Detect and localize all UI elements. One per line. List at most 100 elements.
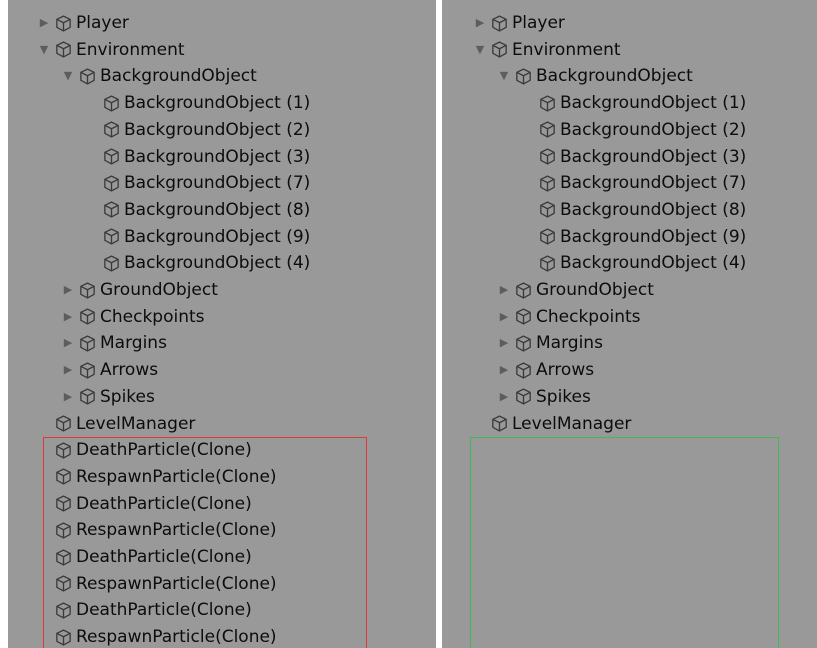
tree-item-label: LevelManager [512, 413, 632, 434]
cube-icon [538, 120, 557, 139]
tree-item-label: GroundObject [536, 280, 654, 300]
cube-icon [490, 414, 509, 433]
tree-item[interactable]: ▶BackgroundObject (8) [84, 197, 310, 223]
tree-item-label: Player [512, 13, 565, 33]
tree-item-label: BackgroundObject (1) [124, 93, 311, 114]
cube-icon [490, 14, 509, 33]
tree-item-label: Arrows [100, 360, 159, 381]
triangle-right-icon[interactable]: ▶ [496, 304, 512, 330]
tree-item[interactable]: ▶BackgroundObject (2) [520, 117, 746, 143]
tree-item[interactable]: LevelManager [490, 411, 631, 437]
cube-icon [514, 361, 533, 380]
tree-item[interactable]: ▶BackgroundObject (1) [84, 90, 310, 116]
tree-item-label: Checkpoints [536, 306, 641, 327]
cube-icon [102, 174, 121, 193]
tree-item[interactable]: ▶ Margins [496, 330, 603, 356]
cube-icon [102, 200, 121, 219]
tree-item-label: BackgroundObject (4) [560, 253, 747, 274]
triangle-right-icon[interactable]: ▶ [60, 330, 76, 356]
tree-item-label: Margins [100, 333, 167, 354]
tree-item-label: Spikes [100, 386, 155, 407]
tree-item[interactable]: ▶BackgroundObject (3) [520, 144, 746, 170]
tree-item[interactable]: ▼ Environment [472, 37, 621, 63]
tree-item-label: Arrows [536, 360, 595, 381]
tree-item[interactable]: ▶ Margins [60, 330, 167, 356]
tree-item[interactable]: ▶BackgroundObject (2) [84, 117, 310, 143]
tree-item[interactable]: ▼ BackgroundObject [60, 63, 257, 89]
cube-icon [538, 254, 557, 273]
tree-item-label: Checkpoints [100, 306, 205, 327]
triangle-right-icon[interactable]: ▶ [36, 10, 52, 36]
triangle-right-icon[interactable]: ▶ [496, 277, 512, 303]
tree-item-label: BackgroundObject (9) [124, 226, 311, 247]
tree-item-label: BackgroundObject [536, 66, 693, 87]
cube-icon [514, 67, 533, 86]
cube-icon [538, 200, 557, 219]
cube-icon [514, 281, 533, 300]
highlight-box-red [43, 437, 367, 648]
tree-item[interactable]: ▶BackgroundObject (9) [84, 224, 310, 250]
tree-item-label: BackgroundObject (2) [560, 119, 747, 140]
cube-icon [514, 334, 533, 353]
cube-icon [538, 147, 557, 166]
tree-item-label: BackgroundObject (3) [560, 146, 747, 167]
triangle-right-icon[interactable]: ▶ [496, 330, 512, 356]
tree-item[interactable]: ▼ BackgroundObject [496, 63, 693, 89]
triangle-right-icon[interactable]: ▶ [60, 357, 76, 383]
triangle-down-icon[interactable]: ▼ [496, 63, 512, 89]
tree-item-label: BackgroundObject (9) [560, 226, 747, 247]
tree-item[interactable]: ▶ GroundObject [496, 277, 654, 303]
tree-item-label: Player [76, 13, 129, 33]
tree-item-label: BackgroundObject (7) [124, 173, 311, 194]
triangle-right-icon[interactable]: ▶ [60, 304, 76, 330]
cube-icon [78, 281, 97, 300]
tree-item-label: BackgroundObject (3) [124, 146, 311, 167]
cube-icon [78, 307, 97, 326]
tree-item[interactable]: ▶BackgroundObject (1) [520, 90, 746, 116]
triangle-down-icon[interactable]: ▼ [472, 37, 488, 63]
hierarchy-panel-right: ▶Player▼Environment▼BackgroundObject▶Bac… [442, 0, 817, 648]
tree-item-label: GroundObject [100, 280, 218, 300]
tree-item-label: LevelManager [76, 413, 196, 434]
cube-icon [102, 227, 121, 246]
cube-icon [54, 40, 73, 59]
tree-item[interactable]: ▶BackgroundObject (9) [520, 224, 746, 250]
tree-item[interactable]: ▼ Environment [36, 37, 185, 63]
tree-item[interactable]: ▶BackgroundObject (4) [520, 250, 746, 276]
triangle-down-icon[interactable]: ▼ [36, 37, 52, 63]
tree-item[interactable]: ▶BackgroundObject (3) [84, 144, 310, 170]
tree-item[interactable]: ▶ GroundObject [60, 277, 218, 303]
cube-icon [514, 307, 533, 326]
cube-icon [78, 387, 97, 406]
tree-item[interactable]: ▶ Spikes [60, 384, 155, 410]
tree-item-label: BackgroundObject (4) [124, 253, 311, 274]
cube-icon [78, 361, 97, 380]
tree-item-label: BackgroundObject (7) [560, 173, 747, 194]
tree-item[interactable]: ▶ Checkpoints [496, 304, 641, 330]
tree-item[interactable]: ▶ Arrows [60, 357, 158, 383]
tree-item[interactable]: ▶BackgroundObject (7) [520, 170, 746, 196]
cube-icon [538, 174, 557, 193]
tree-item[interactable]: ▶ Checkpoints [60, 304, 205, 330]
triangle-right-icon[interactable]: ▶ [60, 384, 76, 410]
cube-icon [78, 334, 97, 353]
highlight-box-green [470, 437, 779, 648]
tree-item-label: Environment [512, 39, 621, 60]
tree-item[interactable]: ▶ Player [36, 10, 129, 36]
triangle-right-icon[interactable]: ▶ [496, 357, 512, 383]
triangle-down-icon[interactable]: ▼ [60, 63, 76, 89]
tree-item[interactable]: ▶ Arrows [496, 357, 594, 383]
triangle-right-icon[interactable]: ▶ [496, 384, 512, 410]
tree-item[interactable]: ▶ Player [472, 10, 565, 36]
tree-item[interactable]: ▶BackgroundObject (8) [520, 197, 746, 223]
tree-item[interactable]: ▶BackgroundObject (4) [84, 250, 310, 276]
hierarchy-panel-left: ▶Player▼Environment▼BackgroundObject▶Bac… [8, 0, 436, 648]
tree-item[interactable]: LevelManager [54, 411, 195, 437]
cube-icon [54, 414, 73, 433]
tree-item[interactable]: ▶ Spikes [496, 384, 591, 410]
tree-item-label: BackgroundObject (8) [560, 199, 747, 220]
triangle-right-icon[interactable]: ▶ [60, 277, 76, 303]
tree-item[interactable]: ▶BackgroundObject (7) [84, 170, 310, 196]
cube-icon [102, 94, 121, 113]
triangle-right-icon[interactable]: ▶ [472, 10, 488, 36]
